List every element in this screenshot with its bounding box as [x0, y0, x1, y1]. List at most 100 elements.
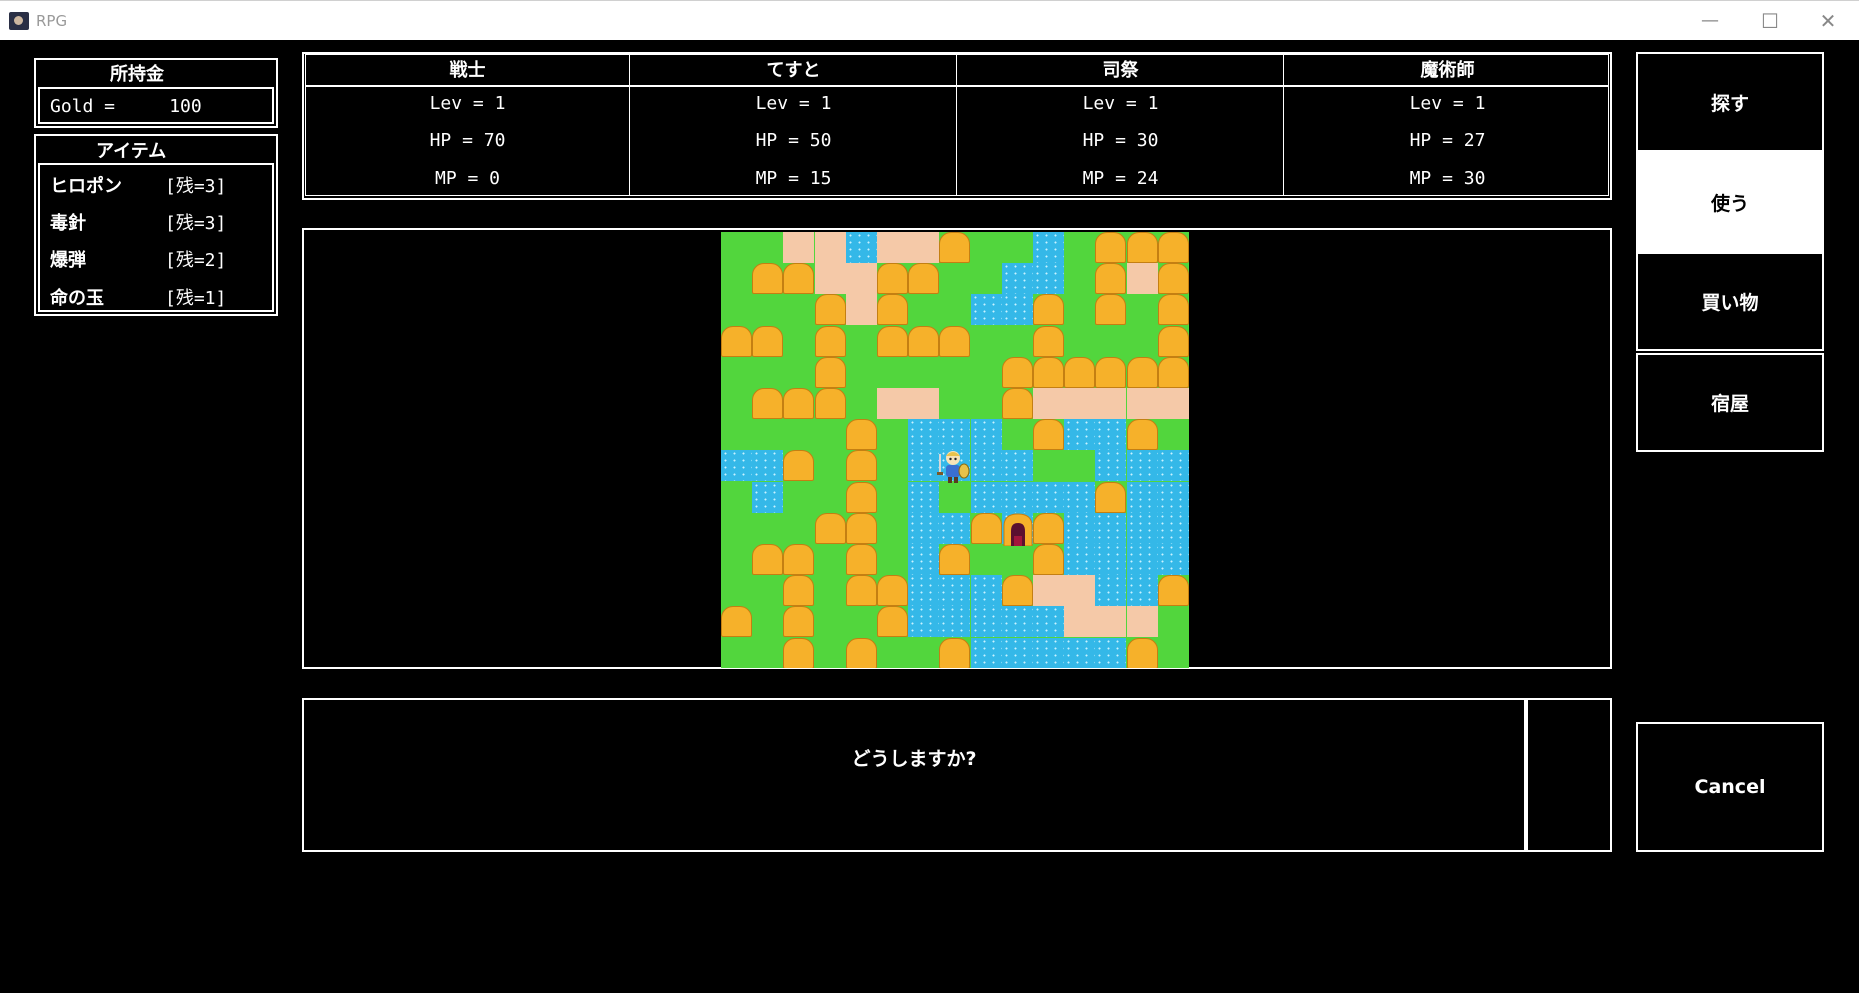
water-tile [1002, 638, 1033, 668]
sand-tile [908, 232, 939, 263]
member-mp: MP = 30 [1409, 168, 1486, 189]
member-name: 司祭 [1102, 60, 1139, 81]
water-tile [1095, 419, 1126, 450]
water-tile [1127, 513, 1158, 544]
rock-tile [939, 232, 970, 263]
rock-tile [877, 606, 908, 637]
water-tile [971, 575, 1002, 606]
minimize-button[interactable]: — [1690, 7, 1730, 35]
water-tile [1158, 482, 1189, 513]
water-tile [1033, 638, 1064, 668]
cancel-button[interactable]: Cancel [1636, 722, 1824, 852]
sand-tile [815, 232, 846, 263]
rock-tile [1033, 544, 1064, 575]
rock-tile [1158, 263, 1189, 294]
use-button[interactable]: 使う [1636, 152, 1824, 252]
item-name[interactable]: ヒロポン [50, 172, 122, 198]
sand-tile [846, 294, 877, 325]
rock-tile [1002, 388, 1033, 419]
water-tile [908, 482, 939, 513]
member-mp: MP = 15 [755, 168, 832, 189]
rock-tile [1033, 419, 1064, 450]
member-hp: HP = 50 [755, 130, 832, 151]
water-tile [1127, 544, 1158, 575]
item-name[interactable]: 爆弾 [50, 246, 86, 272]
rock-tile [877, 263, 908, 294]
member-mp: MP = 24 [1082, 168, 1159, 189]
member-hp: HP = 27 [1409, 130, 1486, 151]
rock-tile [971, 513, 1002, 544]
rock-tile [752, 326, 783, 357]
water-tile [1127, 450, 1158, 481]
message-side-box [1526, 698, 1612, 852]
water-tile [1033, 482, 1064, 513]
member-level: Lev = 1 [1409, 93, 1486, 114]
water-tile [1158, 513, 1189, 544]
water-tile [939, 419, 970, 450]
water-tile [1095, 544, 1126, 575]
rock-tile [783, 544, 814, 575]
sand-tile [877, 388, 908, 419]
sand-tile [1064, 606, 1095, 637]
rock-tile [846, 513, 877, 544]
rock-tile [815, 326, 846, 357]
close-button[interactable]: ✕ [1808, 7, 1848, 35]
rock-tile [846, 638, 877, 668]
water-tile [1064, 513, 1095, 544]
sand-tile [1064, 575, 1095, 606]
rock-tile [1033, 513, 1064, 544]
rock-tile [939, 326, 970, 357]
water-tile [1002, 294, 1033, 325]
rock-tile [1127, 357, 1158, 388]
water-tile [1095, 575, 1126, 606]
water-tile [846, 232, 877, 263]
water-tile [1002, 263, 1033, 294]
app-icon [9, 12, 29, 30]
item-name[interactable]: 毒針 [50, 209, 86, 235]
water-tile [1064, 638, 1095, 668]
rock-tile [1064, 357, 1095, 388]
rock-tile [1033, 294, 1064, 325]
sand-tile [846, 263, 877, 294]
rock-tile [939, 544, 970, 575]
sand-tile [1033, 388, 1064, 419]
water-tile [1033, 606, 1064, 637]
rock-tile [783, 388, 814, 419]
member-hp: HP = 30 [1082, 130, 1159, 151]
rock-tile [939, 638, 970, 668]
window-title: RPG [36, 12, 68, 30]
cave-entrance-icon[interactable] [1002, 512, 1034, 546]
inn-button[interactable]: 宿屋 [1636, 353, 1824, 452]
maximize-button[interactable]: ☐ [1750, 7, 1790, 35]
rock-tile [815, 388, 846, 419]
rock-tile [783, 263, 814, 294]
item-count: [残=3] [165, 213, 227, 234]
rock-tile [1095, 357, 1126, 388]
sand-tile [908, 388, 939, 419]
water-tile [908, 575, 939, 606]
rock-tile [783, 606, 814, 637]
gold-title: 所持金 [110, 64, 164, 85]
rock-tile [1158, 357, 1189, 388]
water-tile [752, 450, 783, 481]
hero-character-icon [937, 451, 970, 483]
rock-tile [815, 294, 846, 325]
sand-tile [1064, 388, 1095, 419]
water-tile [971, 294, 1002, 325]
search-button[interactable]: 探す [1636, 52, 1824, 152]
member-level: Lev = 1 [755, 93, 832, 114]
water-tile [971, 419, 1002, 450]
water-tile [971, 606, 1002, 637]
shop-button[interactable]: 買い物 [1636, 252, 1824, 351]
sand-tile [877, 232, 908, 263]
water-tile [908, 450, 939, 481]
rock-tile [846, 575, 877, 606]
item-count: [残=1] [165, 288, 227, 309]
rock-tile [1158, 294, 1189, 325]
member-name: 魔術師 [1420, 60, 1475, 81]
item-name[interactable]: 命の玉 [50, 284, 104, 310]
water-tile [1095, 450, 1126, 481]
rock-tile [846, 482, 877, 513]
sand-tile [1127, 606, 1158, 637]
rock-tile [877, 294, 908, 325]
